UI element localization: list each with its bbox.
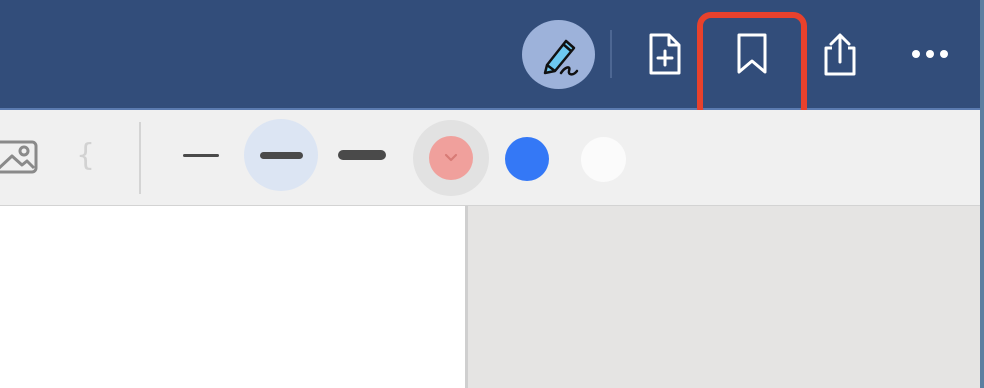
- header-separator: [610, 30, 612, 78]
- brace-icon[interactable]: {: [76, 138, 95, 173]
- add-page-button[interactable]: [640, 28, 690, 80]
- stroke-thin-button[interactable]: [170, 112, 232, 198]
- bookmark-icon: [737, 33, 767, 74]
- stroke-thick-line: [338, 150, 386, 160]
- bookmark-button[interactable]: [724, 26, 780, 82]
- signature-pen-icon: [543, 39, 578, 76]
- document-page[interactable]: [0, 206, 465, 388]
- stroke-medium-button[interactable]: [244, 119, 318, 191]
- color-red-swatch: [429, 136, 473, 180]
- color-red-button[interactable]: [413, 120, 489, 196]
- chevron-down-icon: [444, 153, 458, 162]
- more-icon: [912, 50, 948, 58]
- image-tool[interactable]: [0, 132, 40, 182]
- share-icon: [824, 33, 856, 76]
- window-edge: [980, 0, 984, 388]
- stroke-medium-line: [259, 151, 303, 159]
- toolbar-separator: [139, 122, 141, 194]
- drawing-toolbar: {: [0, 110, 980, 206]
- signature-button[interactable]: [522, 20, 595, 89]
- page-edge-shadow: [465, 206, 468, 388]
- add-page-icon: [649, 33, 681, 75]
- more-button[interactable]: [902, 26, 958, 82]
- color-blue-swatch[interactable]: [505, 137, 549, 181]
- stroke-thick-button[interactable]: [332, 112, 392, 198]
- stroke-thin-line: [183, 153, 219, 157]
- color-white-swatch[interactable]: [581, 137, 626, 182]
- share-button[interactable]: [812, 26, 868, 82]
- image-icon: [0, 140, 38, 174]
